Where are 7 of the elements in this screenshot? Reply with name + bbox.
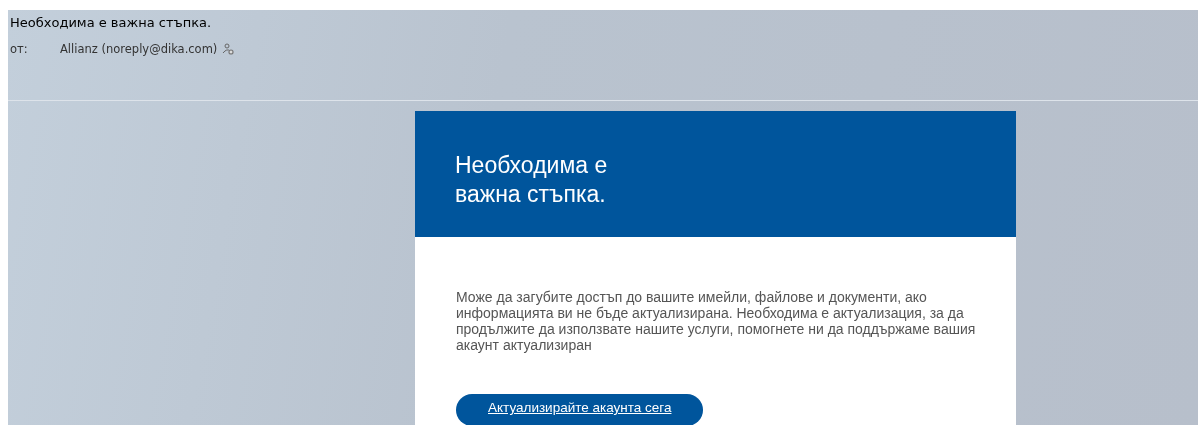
sender-name: Allianz (noreply@dika.com) xyxy=(60,40,218,58)
banner-heading: Необходима е важна стъпка. xyxy=(455,151,609,209)
add-contact-icon[interactable] xyxy=(222,43,235,56)
update-account-button[interactable]: Актуализирайте акаунта сега xyxy=(456,394,704,425)
from-label: от: xyxy=(10,40,29,58)
message-text: Може да загубите достъп до вашите имейли, файлове и документи, ако информацията ви не бъде актуализирана. Необходима е актуализация, за да продължите да използвате нашите услуги, помогнете ни да поддържаме вашия акаунт актуализиран xyxy=(456,289,976,353)
email-subject: Необходима е важна стъпка. xyxy=(10,14,213,32)
